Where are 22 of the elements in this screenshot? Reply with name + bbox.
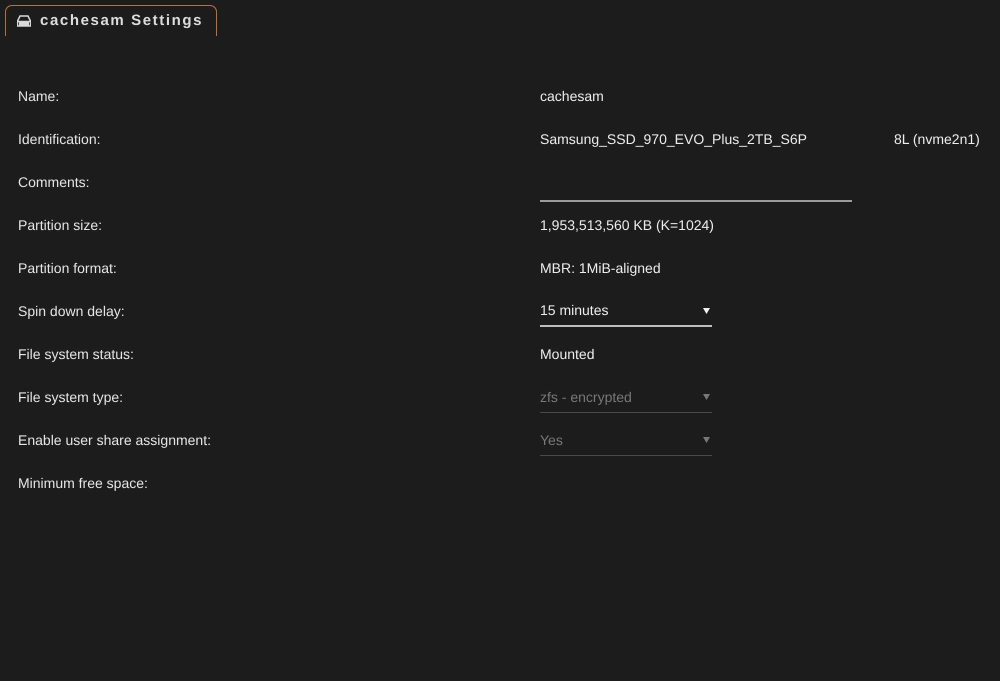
drive-icon bbox=[17, 15, 31, 27]
caret-icon bbox=[703, 308, 710, 314]
field-value: Mounted bbox=[540, 345, 594, 364]
settings-tab[interactable]: cachesam Settings bbox=[5, 5, 218, 36]
field-label: File system status: bbox=[18, 345, 135, 364]
field-value: cachesam bbox=[540, 87, 604, 106]
field-label: Name: bbox=[18, 87, 60, 106]
field-value: MBR: 1MiB-aligned bbox=[540, 259, 661, 278]
field-value: 8L (nvme2n1) bbox=[894, 130, 980, 149]
caret-icon bbox=[703, 394, 710, 400]
field-value: 1,953,513,560 KB (K=1024) bbox=[540, 216, 714, 235]
field-label: Partition size: bbox=[18, 216, 104, 235]
dropdown-select[interactable]: 15 minutes bbox=[540, 296, 712, 327]
field-label: Spin down delay: bbox=[18, 302, 126, 321]
field-label: Identification: bbox=[18, 130, 102, 149]
field-label: Minimum free space: bbox=[18, 474, 149, 493]
field-label: Enable user share assignment: bbox=[18, 431, 212, 450]
field-label: File system type: bbox=[18, 388, 124, 407]
field-value: Samsung_SSD_970_EVO_Plus_2TB_S6P bbox=[540, 130, 807, 149]
caret-icon bbox=[703, 437, 710, 443]
field-label: Partition format: bbox=[18, 259, 118, 278]
field-label: Comments: bbox=[18, 173, 91, 192]
